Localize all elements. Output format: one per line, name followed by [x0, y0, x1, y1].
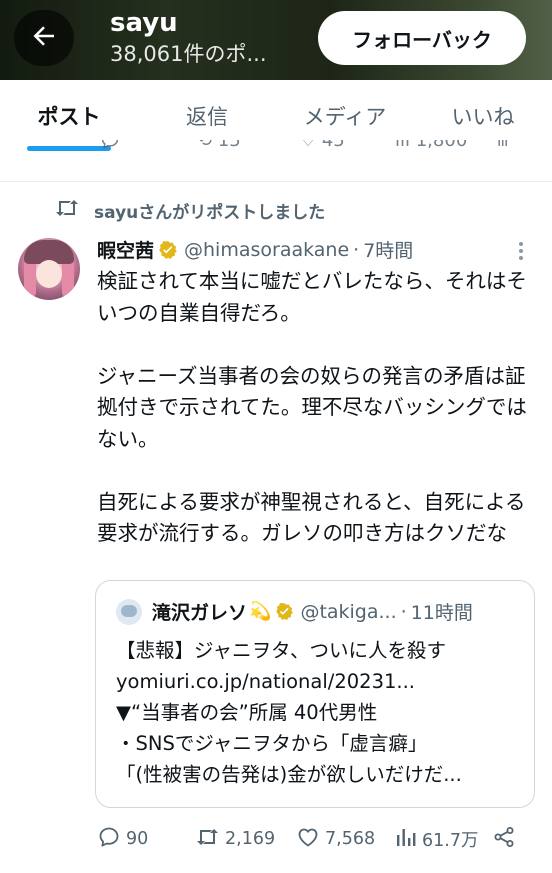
tweet-header: 暇空茜 @himasoraakane · 7時間 — [97, 236, 413, 263]
repost-button[interactable]: 2,169 — [194, 825, 275, 854]
quote-display-name: 滝沢ガレソ — [152, 602, 248, 624]
quote-tweet-card[interactable]: 滝沢ガレソ 💫 @takiga... · 11時間 【悲報】ジャニヲタ、ついに人… — [95, 580, 535, 808]
share-icon — [492, 825, 521, 854]
reply-icon — [97, 825, 126, 854]
quote-line: 【悲報】ジャニヲタ、ついに人を殺す — [116, 639, 446, 662]
verified-badge-icon — [275, 602, 294, 621]
more-icon[interactable] — [512, 240, 530, 266]
quote-avatar — [116, 598, 142, 625]
timestamp[interactable]: 7時間 — [363, 236, 413, 263]
like-icon[interactable]: ♡ 45 — [300, 140, 345, 151]
repost-count: 2,169 — [225, 829, 276, 849]
retweet-icon — [54, 197, 94, 224]
reply-icon[interactable] — [100, 140, 120, 155]
header-title: sayu 38,061件のポ... — [110, 6, 267, 68]
quote-line: 「(性被害の告発は)金が欲しいだけだ... — [116, 763, 462, 786]
retweet-icon[interactable]: ⟲ 15 — [197, 140, 241, 151]
quote-header: 滝沢ガレソ 💫 @takiga... · 11時間 — [116, 598, 473, 625]
display-name[interactable]: 暇空茜 — [97, 236, 154, 263]
post-count: 38,061件のポ... — [110, 42, 267, 66]
follow-back-button[interactable]: フォローバック — [318, 11, 526, 65]
quote-timestamp: 11時間 — [410, 602, 473, 624]
share-button[interactable] — [492, 825, 521, 854]
share-icon[interactable]: ⋔ — [495, 140, 510, 151]
reply-button[interactable]: 90 — [97, 825, 148, 854]
like-icon — [296, 825, 325, 854]
verified-badge-icon — [158, 240, 178, 260]
quote-text: 【悲報】ジャニヲタ、ついに人を殺す yomiuri.co.jp/national… — [116, 635, 526, 790]
retweet-icon — [194, 825, 225, 854]
views-button[interactable]: 61.7万 — [395, 825, 478, 854]
views-icon[interactable]: ılı 1,800 — [395, 140, 467, 151]
views-icon — [395, 825, 422, 854]
quote-line: ・SNSでジャニヲタから「虚言癖」 — [116, 732, 428, 755]
separator: · — [353, 238, 360, 261]
avatar[interactable] — [18, 238, 80, 300]
tweet-text: 検証されて本当に嘘だとバレたなら、それはそいつの自業自得だろ。 ジャニーズ当事者… — [97, 269, 527, 545]
quote-line: ▼“当事者の会”所属 40代男性 — [116, 701, 378, 724]
quote-link[interactable]: yomiuri.co.jp/national/20231... — [116, 666, 526, 697]
back-arrow-icon — [29, 21, 59, 55]
like-count: 7,568 — [325, 829, 376, 849]
separator: · — [400, 600, 407, 623]
repost-notice[interactable]: sayuさんがリポストしました — [54, 197, 325, 224]
views-count: 61.7万 — [422, 830, 479, 851]
reply-count: 90 — [126, 829, 149, 849]
previous-tweet-actions: ⟲ 15 ♡ 45 ılı 1,800 ⋔ — [0, 140, 552, 166]
tweet-actions: 90 2,169 7,568 61.7万 — [97, 824, 527, 854]
like-button[interactable]: 7,568 — [296, 825, 375, 854]
divider — [0, 181, 552, 182]
repost-notice-text: sayuさんがリポストしました — [94, 203, 326, 223]
back-button[interactable] — [14, 10, 74, 66]
profile-name: sayu — [110, 8, 178, 38]
quote-handle: @takiga... — [300, 600, 397, 623]
sparkle-emoji: 💫 — [249, 601, 272, 622]
handle[interactable]: @himasoraakane — [184, 239, 349, 261]
